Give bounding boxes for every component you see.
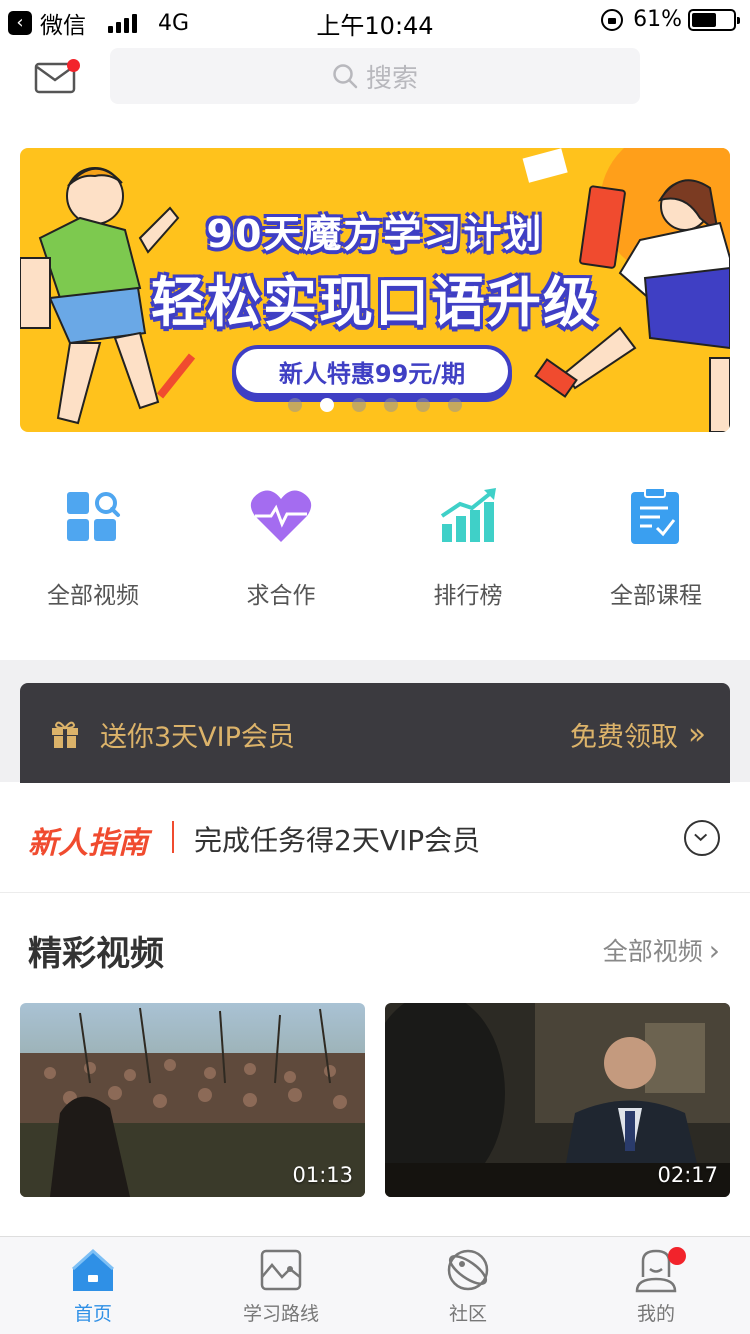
menu-ranking[interactable]: 排行榜 (393, 486, 543, 610)
unread-badge (67, 59, 80, 72)
menu-all-videos[interactable]: 全部视频 (18, 486, 168, 610)
guide-title: 新人指南 (28, 826, 148, 861)
banner-dot[interactable] (448, 398, 462, 412)
tab-label: 社区 (448, 1303, 487, 1325)
tab-label: 学习路线 (242, 1303, 319, 1325)
banner-dot[interactable] (384, 398, 398, 412)
community-icon (447, 1249, 489, 1291)
tab-home[interactable]: 首页 (18, 1247, 168, 1326)
banner-subheadline: 轻松实现口语升级 (151, 271, 599, 334)
menu-label: 全部课程 (610, 583, 702, 609)
menu-label: 求合作 (246, 583, 316, 609)
banner-headline: 90天魔方学习计划 (206, 212, 544, 256)
banner-dot-active[interactable] (320, 398, 334, 412)
menu-label: 排行榜 (433, 583, 503, 609)
status-bar: ‹ 微信 4G 上午10:44 61% (0, 0, 750, 40)
banner-promo-button[interactable]: 新人特惠99元/期 (232, 345, 512, 397)
video-duration: 01:13 (292, 1163, 353, 1187)
search-placeholder: 搜索 (365, 63, 418, 94)
learning-path-icon (260, 1249, 302, 1291)
double-chevron-right-icon: ›› (688, 717, 706, 752)
banner-dot[interactable] (416, 398, 430, 412)
tab-profile[interactable]: 我的 (581, 1247, 731, 1326)
divider (172, 821, 174, 853)
vip-offer-bar[interactable]: 送你3天VIP会员 免费领取 ›› (20, 683, 730, 783)
guide-text: 完成任务得2天VIP会员 (194, 824, 481, 857)
video-grid-icon (67, 492, 120, 541)
banner-dot[interactable] (352, 398, 366, 412)
video-card[interactable]: 01:13 (20, 1003, 365, 1197)
home-icon (71, 1248, 115, 1291)
course-list-icon (631, 487, 679, 544)
chevron-down-icon[interactable] (684, 820, 720, 856)
vip-offer-text: 送你3天VIP会员 (100, 722, 295, 753)
tab-learning-path[interactable]: 学习路线 (206, 1247, 356, 1326)
ranking-chart-icon (440, 488, 496, 542)
rotation-lock-icon (601, 8, 624, 31)
video-duration: 02:17 (657, 1163, 718, 1187)
heart-pulse-icon (250, 490, 312, 542)
battery-percent: 61% (633, 7, 682, 32)
banner-pagination (288, 398, 480, 412)
newbie-guide[interactable]: 新人指南 完成任务得2天VIP会员 (0, 783, 750, 893)
menu-all-courses[interactable]: 全部课程 (581, 486, 731, 610)
banner-dot[interactable] (288, 398, 302, 412)
tab-label: 我的 (636, 1303, 675, 1325)
bottom-tab-bar: 首页 学习路线 社区 我的 (0, 1236, 750, 1334)
menu-label: 全部视频 (47, 583, 139, 609)
menu-cooperation[interactable]: 求合作 (206, 486, 356, 610)
tab-label: 首页 (73, 1303, 112, 1325)
vip-claim-label: 免费领取 (570, 722, 678, 753)
battery-icon (688, 8, 740, 31)
search-bar[interactable]: 搜索 (110, 48, 640, 104)
vip-claim-button[interactable]: 免费领取 ›› (570, 715, 706, 754)
see-all-label: 全部视频 (602, 937, 703, 966)
video-card[interactable]: 02:17 (385, 1003, 730, 1197)
chevron-right-icon: › (708, 933, 720, 967)
section-title: 精彩视频 (28, 934, 164, 974)
search-icon (333, 64, 358, 89)
gift-icon (52, 721, 78, 748)
notification-badge (668, 1247, 686, 1265)
tab-community[interactable]: 社区 (393, 1247, 543, 1326)
see-all-videos-link[interactable]: 全部视频 › (603, 932, 720, 968)
